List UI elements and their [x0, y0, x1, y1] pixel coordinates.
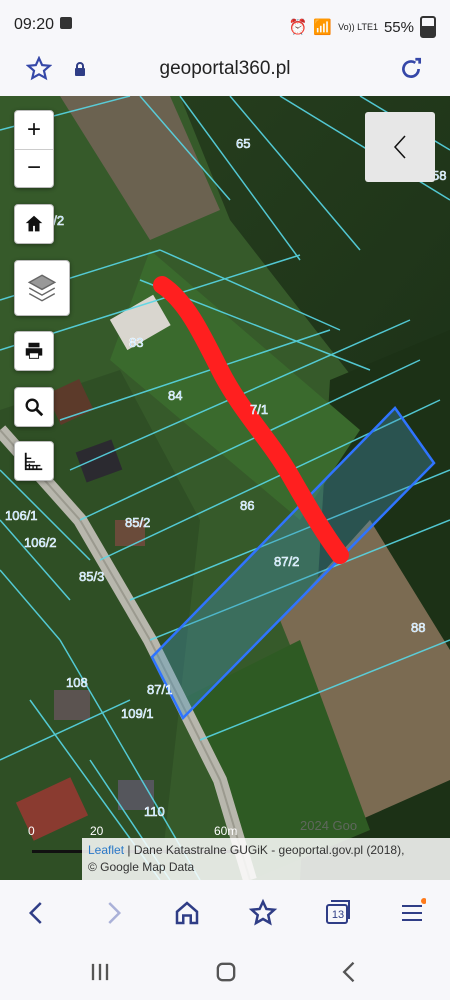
scale-label-20: 20	[90, 824, 104, 838]
notification-icon	[60, 17, 72, 29]
zoom-control: + −	[14, 110, 54, 188]
layers-icon	[27, 274, 57, 302]
parcel-label-110: 110	[144, 804, 165, 819]
zoom-in-button[interactable]: +	[15, 112, 53, 149]
bookmarks-icon[interactable]	[248, 898, 278, 928]
parcel-label-87-2: 87/2	[274, 554, 299, 569]
wifi-icon: 📶	[313, 19, 333, 36]
battery-icon	[420, 16, 436, 38]
home-icon	[25, 215, 43, 232]
map-watermark: 2024 Goo	[300, 818, 357, 833]
measure-button[interactable]	[14, 441, 54, 481]
clock: 09:20	[14, 16, 55, 33]
parcel-label-108: 108	[66, 675, 88, 690]
signal-label: Vo)) LTE1	[338, 21, 378, 32]
parcel-label-85-3: 85/3	[79, 569, 104, 584]
back-icon[interactable]	[22, 898, 52, 928]
browser-toolbar: 13	[0, 880, 450, 946]
recent-apps-icon[interactable]	[86, 958, 114, 986]
parcel-label-83: 83	[129, 335, 143, 350]
sidebar-toggle-button[interactable]	[365, 112, 435, 182]
address-text[interactable]: geoportal360.pl	[0, 58, 450, 80]
scale-label-60m: 60m	[214, 824, 238, 838]
print-button[interactable]	[14, 331, 54, 371]
attribution-google: © Google Map Data	[88, 860, 195, 874]
status-icons: ⏰ 📶 Vo)) LTE1 55%	[289, 16, 436, 38]
search-button[interactable]	[14, 387, 54, 427]
printer-icon	[25, 342, 43, 359]
home-page-icon[interactable]	[172, 898, 202, 928]
tabs-button[interactable]: 13	[324, 898, 354, 928]
parcel-label-85-2: 85/2	[125, 515, 150, 530]
parcel-label-7-1: 7/1	[250, 402, 268, 417]
parcel-label-88: 88	[411, 620, 425, 635]
satellite-map[interactable]: 65 57 58 2/2 83 84 7/1 86 85/2 106/1 106…	[0, 96, 450, 880]
menu-button[interactable]	[398, 898, 428, 928]
reload-icon[interactable]	[398, 56, 424, 82]
back-nav-icon[interactable]	[336, 958, 364, 986]
forward-icon[interactable]	[98, 898, 128, 928]
parcel-label-87-1: 87/1	[147, 682, 172, 697]
scale-label-0: 0	[28, 824, 35, 838]
parcel-label-109-1: 109/1	[121, 706, 154, 721]
parcel-label-65: 65	[236, 136, 250, 151]
browser-url-bar: geoportal360.pl	[0, 48, 450, 96]
alarm-icon: ⏰	[288, 19, 308, 36]
system-navigation-bar	[0, 946, 450, 1000]
home-nav-icon[interactable]	[212, 958, 240, 986]
tabs-count: 13	[331, 909, 345, 921]
map-attribution: Leaflet | Dane Katastralne GUGiK - geopo…	[82, 838, 450, 880]
battery-percentage: 55%	[383, 18, 414, 36]
search-icon	[25, 398, 44, 417]
parcel-label-106-2: 106/2	[24, 535, 57, 550]
map-view[interactable]: 65 57 58 2/2 83 84 7/1 86 85/2 106/1 106…	[0, 96, 450, 880]
layers-button[interactable]	[14, 260, 70, 316]
parcel-label-106-1: 106/1	[5, 508, 38, 523]
leaflet-link[interactable]: Leaflet	[88, 843, 124, 857]
zoom-out-button[interactable]: −	[15, 148, 53, 187]
parcel-label-84: 84	[168, 388, 182, 403]
parcel-label-86: 86	[240, 498, 254, 513]
status-bar: 09:20 ⏰ 📶 Vo)) LTE1 55%	[0, 0, 450, 48]
menu-icon	[402, 898, 427, 921]
attribution-text: | Dane Katastralne GUGiK - geoportal.gov…	[124, 843, 405, 857]
ruler-icon	[24, 452, 43, 471]
chevron-left-icon	[393, 135, 406, 159]
home-button[interactable]	[14, 204, 54, 244]
